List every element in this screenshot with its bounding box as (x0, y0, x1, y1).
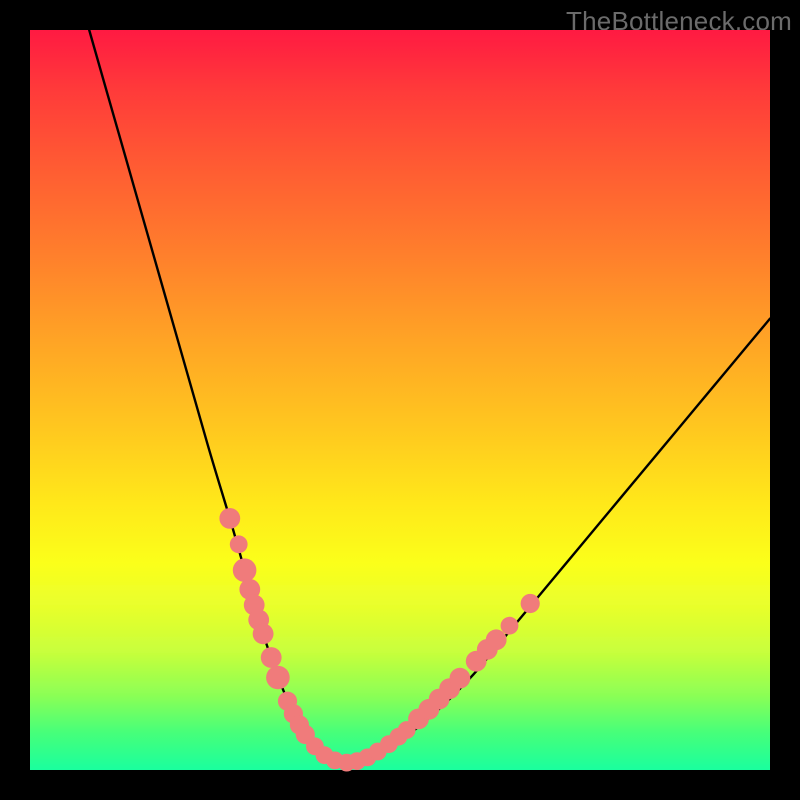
marker-dot (501, 617, 519, 635)
plot-area (30, 30, 770, 770)
chart-frame: TheBottleneck.com (0, 0, 800, 800)
marker-dot (230, 535, 248, 553)
marker-dot (253, 623, 274, 644)
marker-dot (450, 668, 471, 689)
marker-dot (233, 558, 257, 582)
bottleneck-curve-svg (30, 30, 770, 770)
marker-dot (266, 666, 290, 690)
marker-dot (486, 629, 507, 650)
bottleneck-curve-path (89, 30, 770, 763)
marker-dot (521, 594, 540, 613)
marker-dot (219, 508, 240, 529)
marker-dots (219, 508, 539, 771)
marker-dot (261, 647, 282, 668)
